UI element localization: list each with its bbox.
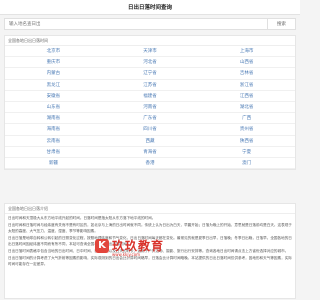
province-heading: 全国各地日出日落时间 xyxy=(5,36,295,46)
province-link[interactable]: 河南省 xyxy=(101,102,199,114)
site-title: 日出日落时间查询 xyxy=(127,5,172,11)
province-link[interactable]: 四川省 xyxy=(101,124,199,136)
province-link[interactable]: 海南省 xyxy=(5,124,102,136)
province-link[interactable]: 湖南省 xyxy=(5,113,102,125)
province-link[interactable]: 河北省 xyxy=(101,57,199,69)
province-link[interactable]: 内蒙古 xyxy=(5,68,102,80)
info-intro: 日出时间和天顶极大从东方地平线升起的时间。日落时间是指太阳从东方落下地平线的时间… xyxy=(8,216,156,220)
province-link[interactable]: 重庆市 xyxy=(5,57,102,69)
search-bar: 搜索 xyxy=(4,18,296,30)
province-link[interactable]: 西藏 xyxy=(101,136,199,147)
province-link[interactable]: 江苏省 xyxy=(101,80,199,91)
province-link[interactable]: 宁夏 xyxy=(198,147,295,158)
province-link[interactable]: 吉林省 xyxy=(198,68,295,80)
watermark-logo-icon: K xyxy=(95,238,109,253)
search-input[interactable] xyxy=(5,19,267,29)
province-link[interactable]: 安徽省 xyxy=(5,91,102,102)
province-link[interactable]: 甘肃省 xyxy=(5,147,102,158)
province-link[interactable]: 黑龙江 xyxy=(5,80,102,91)
province-link[interactable]: 广西 xyxy=(198,113,295,125)
province-link[interactable]: 云南省 xyxy=(5,136,102,147)
province-link[interactable]: 山东省 xyxy=(5,102,102,114)
province-link[interactable]: 湖北省 xyxy=(198,102,295,114)
province-link[interactable]: 福建省 xyxy=(101,91,199,102)
province-link[interactable]: 新疆 xyxy=(5,158,102,170)
province-link[interactable]: 青海省 xyxy=(101,147,199,158)
province-link[interactable]: 山西省 xyxy=(198,57,295,69)
province-link[interactable]: 江西省 xyxy=(198,91,295,102)
province-link[interactable]: 澳门 xyxy=(198,158,295,170)
province-link[interactable]: 浙江省 xyxy=(198,80,295,91)
province-link[interactable]: 贵州省 xyxy=(198,124,295,136)
info-heading: 全国各地日出日落介绍 xyxy=(5,204,295,214)
province-link[interactable]: 上海市 xyxy=(198,46,295,58)
info-paragraph: 日出时间和日落时间与经纬度有关而不是有时区的，如北京与上海的日出时间就不同。传统… xyxy=(8,223,292,233)
province-link[interactable]: 天津市 xyxy=(101,46,199,58)
province-link[interactable]: 广东省 xyxy=(101,113,199,125)
province-link[interactable]: 香港 xyxy=(101,158,199,170)
header-bar: 日出日落时间查询 xyxy=(0,0,300,15)
watermark-url: www.kkjy.com xyxy=(112,252,141,257)
province-grid: 北京市 天津市 上海市重庆市 河北省 山西省内蒙古 辽宁省 吉林省黑龙江 江苏省 浙江省安徽省福… xyxy=(5,46,295,170)
province-link[interactable]: 陕西省 xyxy=(198,136,295,147)
province-link[interactable]: 辽宁省 xyxy=(101,68,199,80)
info-paragraph: 日出日落时间的计算考虑了大气折射等因素的影响，实际观测到的日出会比计算时间略早，… xyxy=(8,255,292,266)
province-panel: 全国各地日出日落时间 北京市 天津市 上海市重庆市 河北省 山西省内蒙古 辽宁省 吉林省黑龙… xyxy=(4,35,296,171)
province-link[interactable]: 北京市 xyxy=(5,46,102,58)
search-button[interactable]: 搜索 xyxy=(267,19,295,29)
